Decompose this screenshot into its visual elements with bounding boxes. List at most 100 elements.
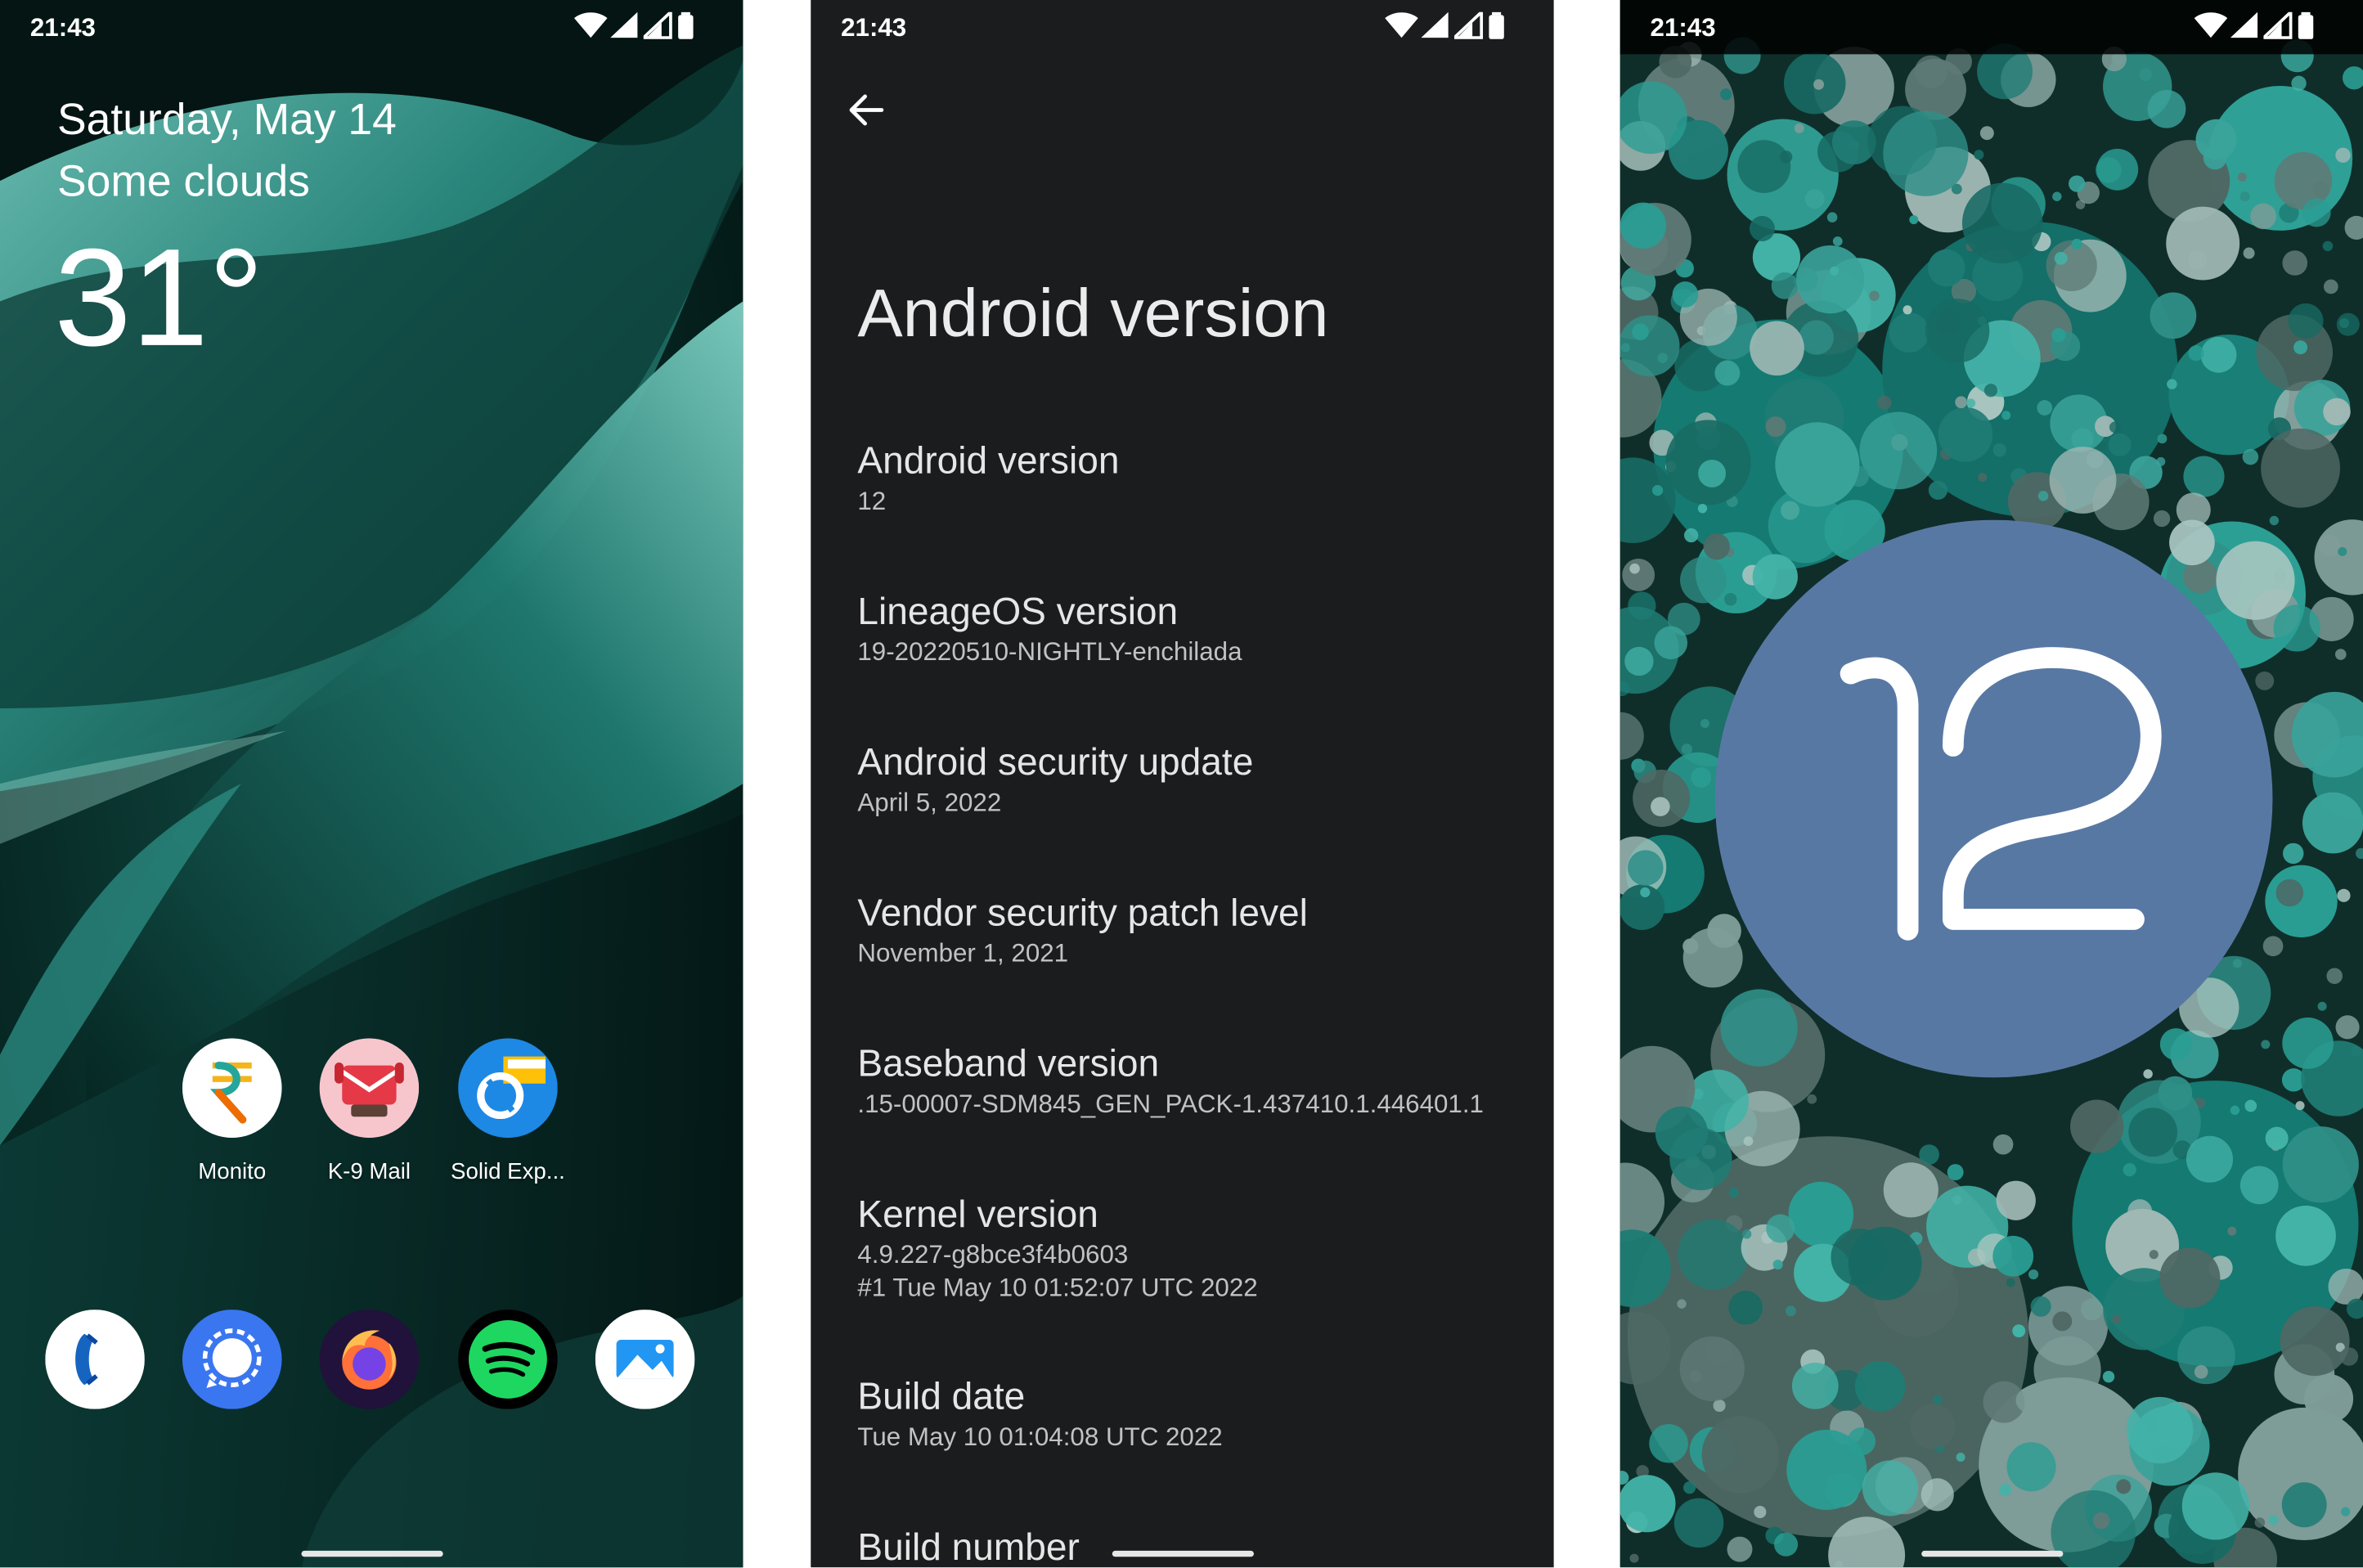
bubble [2195, 119, 2237, 160]
page-title: Android version [857, 274, 1329, 352]
bubble [2322, 240, 2334, 252]
bubble [1727, 1536, 1753, 1562]
pref-summary: April 5, 2022 [857, 788, 1002, 817]
bubble [1678, 1219, 1749, 1290]
bubble [2188, 345, 2204, 362]
dock-phone[interactable] [45, 1310, 145, 1409]
bubble [2323, 398, 2351, 426]
app-k9-mail[interactable] [319, 1038, 420, 1139]
bubble [1966, 398, 1976, 408]
bubble-large [2275, 1206, 2336, 1266]
dock-firefox[interactable] [319, 1310, 420, 1409]
bubble [1677, 1299, 1687, 1309]
pref-title: Vendor security patch level [857, 892, 1308, 935]
bubble [1974, 150, 1984, 160]
bubble [2092, 1512, 2110, 1530]
bubble [2268, 1515, 2279, 1525]
signal-icon [182, 1310, 282, 1409]
widget-temperature[interactable]: 31° [54, 220, 263, 378]
app-monito[interactable] [182, 1038, 282, 1139]
bubble [1700, 719, 1709, 729]
bubble [1889, 312, 1929, 353]
bubble [2033, 1336, 2101, 1404]
bubble [2051, 327, 2066, 343]
bubble [2030, 1296, 2051, 1317]
pref-summary: 4.9.227-g8bce3f4b0603 [857, 1240, 1129, 1269]
bubble [2243, 247, 2255, 259]
status-icons [2194, 11, 2315, 39]
bubble [1955, 396, 1968, 409]
bubble [1629, 1553, 1639, 1563]
bubble [1920, 1478, 1954, 1512]
bubble [2006, 1278, 2015, 1287]
pref-title: Kernel version [857, 1193, 1098, 1236]
bubble [1794, 123, 1804, 133]
bubble [2126, 1396, 2194, 1464]
pref-summary-line2: #1 Tue May 10 01:52:07 UTC 2022 [857, 1273, 1258, 1302]
bubble [1622, 559, 1655, 591]
bubble [1999, 1483, 2012, 1497]
bubble [1775, 422, 1860, 507]
bubble [2288, 303, 2324, 339]
pref-kernel-version[interactable]: Kernel version 4.9.227-g8bce3f4b0603 #1 … [857, 1191, 1535, 1305]
bubble [1883, 110, 1969, 196]
bubble [2335, 147, 2351, 163]
bubble [2159, 1247, 2221, 1309]
bubble [1683, 1481, 1696, 1494]
bubble [2335, 1015, 2360, 1040]
bubble [2108, 433, 2132, 456]
pref-title: Android version [857, 440, 1120, 483]
bubble [2280, 1305, 2350, 1377]
pref-vendor-patch[interactable]: Vendor security patch level November 1, … [857, 889, 1535, 970]
back-button[interactable] [844, 88, 889, 133]
bubble [1672, 281, 1699, 308]
bubble [1799, 320, 1834, 355]
bubble [1651, 484, 1664, 496]
gesture-nav-handle[interactable] [300, 1550, 443, 1557]
gallery-icon [595, 1310, 695, 1409]
bubble [1910, 1404, 1956, 1449]
battery-icon [2298, 11, 2314, 39]
android-12-logo[interactable]: 12 [1714, 519, 2273, 1078]
dock-gallery[interactable] [595, 1310, 695, 1409]
bubble [1826, 212, 1838, 222]
pref-baseband-version[interactable]: Baseband version .15-00007-SDM845_GEN_PA… [857, 1040, 1535, 1121]
date-weather-widget[interactable]: Saturday, May 14 Some clouds [57, 91, 397, 214]
bubble [1919, 1144, 1939, 1165]
bubble [1749, 216, 1775, 241]
bubble [2291, 75, 2307, 92]
bubble [2275, 878, 2304, 907]
bubble [2149, 1250, 2159, 1260]
pref-build-number[interactable]: Build number [857, 1524, 1535, 1567]
bubble [2070, 1099, 2124, 1153]
pref-lineageos-version[interactable]: LineageOS version 19-20220510-NIGHTLY-en… [857, 588, 1535, 669]
bubble [1961, 182, 2043, 264]
status-bar: 21:43 [1620, 0, 2363, 55]
bubble [1992, 1235, 2034, 1277]
bubble [2295, 1101, 2305, 1111]
bubble [1766, 1214, 1795, 1243]
bubble [1714, 360, 1741, 386]
bubble [1720, 88, 1732, 101]
dock-spotify[interactable] [458, 1310, 558, 1409]
bubble [1813, 79, 1824, 90]
gesture-nav-handle[interactable] [1111, 1550, 1254, 1557]
pref-security-update[interactable]: Android security update April 5, 2022 [857, 739, 1535, 820]
bubble [2167, 379, 2177, 389]
dock-signal[interactable] [182, 1310, 282, 1409]
bubble [1743, 1136, 1754, 1147]
wifi-icon [1385, 12, 1418, 38]
bubble [2015, 1388, 2040, 1413]
app-label-solid-explorer[interactable]: Solid Exp... [425, 1159, 591, 1184]
battery-icon [1489, 11, 1504, 39]
bubble [2157, 434, 2168, 444]
bubble [2123, 1163, 2136, 1177]
gesture-nav-handle[interactable] [1920, 1550, 2063, 1557]
bubble [2230, 1105, 2240, 1116]
bubble [2282, 1018, 2334, 1069]
bubble [1996, 1180, 2036, 1220]
app-solid-explorer[interactable] [458, 1038, 558, 1139]
pref-android-version[interactable]: Android version 12 [857, 437, 1535, 518]
bubble [2200, 336, 2237, 373]
pref-build-date[interactable]: Build date Tue May 10 01:04:08 UTC 2022 [857, 1373, 1535, 1454]
